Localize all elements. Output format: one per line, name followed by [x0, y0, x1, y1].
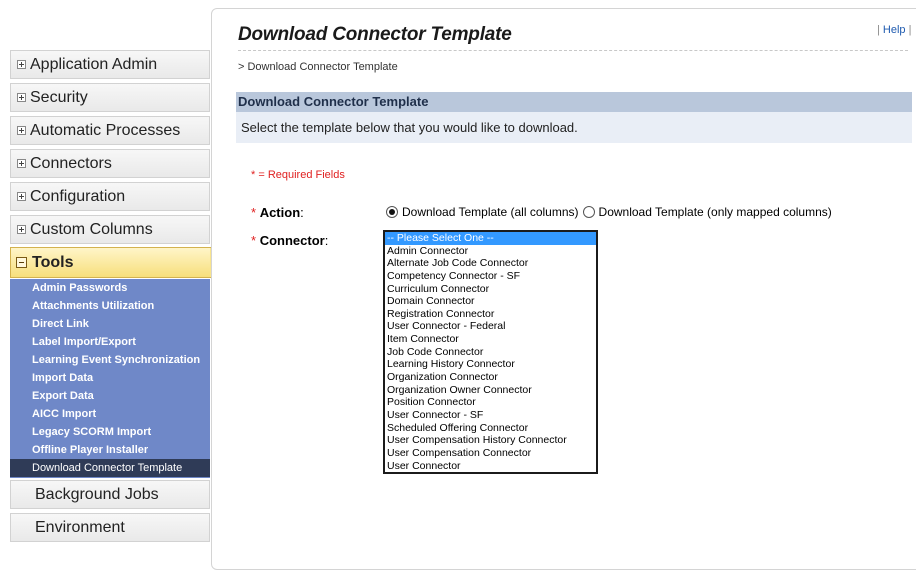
help-link[interactable]: Help [883, 24, 906, 36]
sidebar-item-label: Application Admin [30, 55, 158, 73]
action-radio-group: Download Template (all columns) Download… [386, 205, 836, 219]
connector-label: * Connector: [251, 233, 328, 248]
expand-icon [17, 126, 26, 135]
connector-option[interactable]: Organization Connector [385, 371, 596, 384]
submenu-item-learning-event-synchronization[interactable]: Learning Event Synchronization [10, 351, 210, 369]
section-description: Select the template below that you would… [236, 112, 912, 143]
sidebar-item-background-jobs[interactable]: Background Jobs [10, 480, 210, 509]
required-star: * [251, 205, 257, 220]
connector-option[interactable]: Registration Connector [385, 308, 596, 321]
expand-icon [17, 225, 26, 234]
sidebar-item-tools[interactable]: Tools [10, 247, 211, 278]
expand-icon [17, 192, 26, 201]
sidebar-item-label: Connectors [30, 154, 112, 172]
connector-option[interactable]: Alternate Job Code Connector [385, 257, 596, 270]
connector-option[interactable]: Scheduled Offering Connector [385, 422, 596, 435]
connector-option[interactable]: User Compensation History Connector [385, 434, 596, 447]
sidebar-item-label: Environment [35, 518, 125, 536]
submenu-item-download-connector-template[interactable]: Download Connector Template [10, 459, 210, 477]
sidebar-item-label: Tools [32, 253, 74, 271]
sidebar-item-label: Automatic Processes [30, 121, 181, 139]
submenu-item-label-import-export[interactable]: Label Import/Export [10, 333, 210, 351]
connector-option[interactable]: -- Please Select One -- [385, 232, 596, 245]
sidebar-item-configuration[interactable]: Configuration [10, 182, 210, 211]
submenu-item-aicc-import[interactable]: AICC Import [10, 405, 210, 423]
connector-option[interactable]: Curriculum Connector [385, 283, 596, 296]
collapse-icon [16, 257, 27, 268]
sidebar-item-label: Custom Columns [30, 220, 153, 238]
sidebar-item-automatic-processes[interactable]: Automatic Processes [10, 116, 210, 145]
action-label-colon: : [300, 205, 304, 220]
sidebar-item-label: Security [30, 88, 88, 106]
page-title: Download Connector Template [238, 24, 512, 45]
sidebar-item-application-admin[interactable]: Application Admin [10, 50, 210, 79]
submenu-item-attachments-utilization[interactable]: Attachments Utilization [10, 297, 210, 315]
help-area: | Help | [877, 24, 911, 36]
submenu-item-direct-link[interactable]: Direct Link [10, 315, 210, 333]
sidebar-item-security[interactable]: Security [10, 83, 210, 112]
sidebar-item-label: Background Jobs [35, 485, 159, 503]
radio-all-columns-label[interactable]: Download Template (all columns) [402, 205, 579, 219]
submenu-item-import-data[interactable]: Import Data [10, 369, 210, 387]
connector-option[interactable]: Admin Connector [385, 245, 596, 258]
radio-all-columns[interactable] [386, 206, 398, 218]
required-star: * [251, 233, 257, 248]
connector-listbox[interactable]: -- Please Select One -- Admin Connector … [383, 230, 598, 474]
connector-option[interactable]: Domain Connector [385, 295, 596, 308]
tools-submenu: Admin Passwords Attachments Utilization … [10, 279, 210, 478]
connector-option[interactable]: Learning History Connector [385, 358, 596, 371]
sidebar: Application Admin Security Automatic Pro… [0, 0, 226, 555]
connector-option[interactable]: User Compensation Connector [385, 447, 596, 460]
connector-option[interactable]: Organization Owner Connector [385, 384, 596, 397]
submenu-item-legacy-scorm-import[interactable]: Legacy SCORM Import [10, 423, 210, 441]
sidebar-item-custom-columns[interactable]: Custom Columns [10, 215, 210, 244]
connector-option[interactable]: Job Code Connector [385, 346, 596, 359]
expand-icon [17, 93, 26, 102]
connector-label-colon: : [324, 233, 329, 248]
sidebar-item-environment[interactable]: Environment [10, 513, 210, 542]
submenu-item-admin-passwords[interactable]: Admin Passwords [10, 279, 210, 297]
breadcrumb: > Download Connector Template [238, 61, 398, 73]
radio-mapped-columns[interactable] [582, 206, 595, 218]
radio-mapped-columns-label[interactable]: Download Template (only mapped columns) [599, 205, 832, 219]
required-fields-note: * = Required Fields [251, 169, 345, 181]
connector-option[interactable]: Position Connector [385, 396, 596, 409]
sidebar-item-label: Configuration [30, 187, 126, 205]
title-divider [238, 50, 908, 51]
connector-option[interactable]: Competency Connector - SF [385, 270, 596, 283]
connector-option[interactable]: User Connector - SF [385, 409, 596, 422]
connector-option[interactable]: Item Connector [385, 333, 596, 346]
section-header: Download Connector Template [236, 92, 912, 112]
action-label-text: Action [259, 205, 301, 220]
connector-option[interactable]: User Connector - Federal [385, 320, 596, 333]
submenu-item-export-data[interactable]: Export Data [10, 387, 210, 405]
help-separator: | [905, 24, 912, 36]
action-label: * Action: [251, 205, 304, 220]
expand-icon [17, 60, 26, 69]
expand-icon [17, 159, 26, 168]
submenu-item-offline-player-installer[interactable]: Offline Player Installer [10, 441, 210, 459]
sidebar-item-connectors[interactable]: Connectors [10, 149, 210, 178]
connector-option[interactable]: User Connector [385, 460, 596, 472]
connector-label-text: Connector [259, 233, 325, 248]
